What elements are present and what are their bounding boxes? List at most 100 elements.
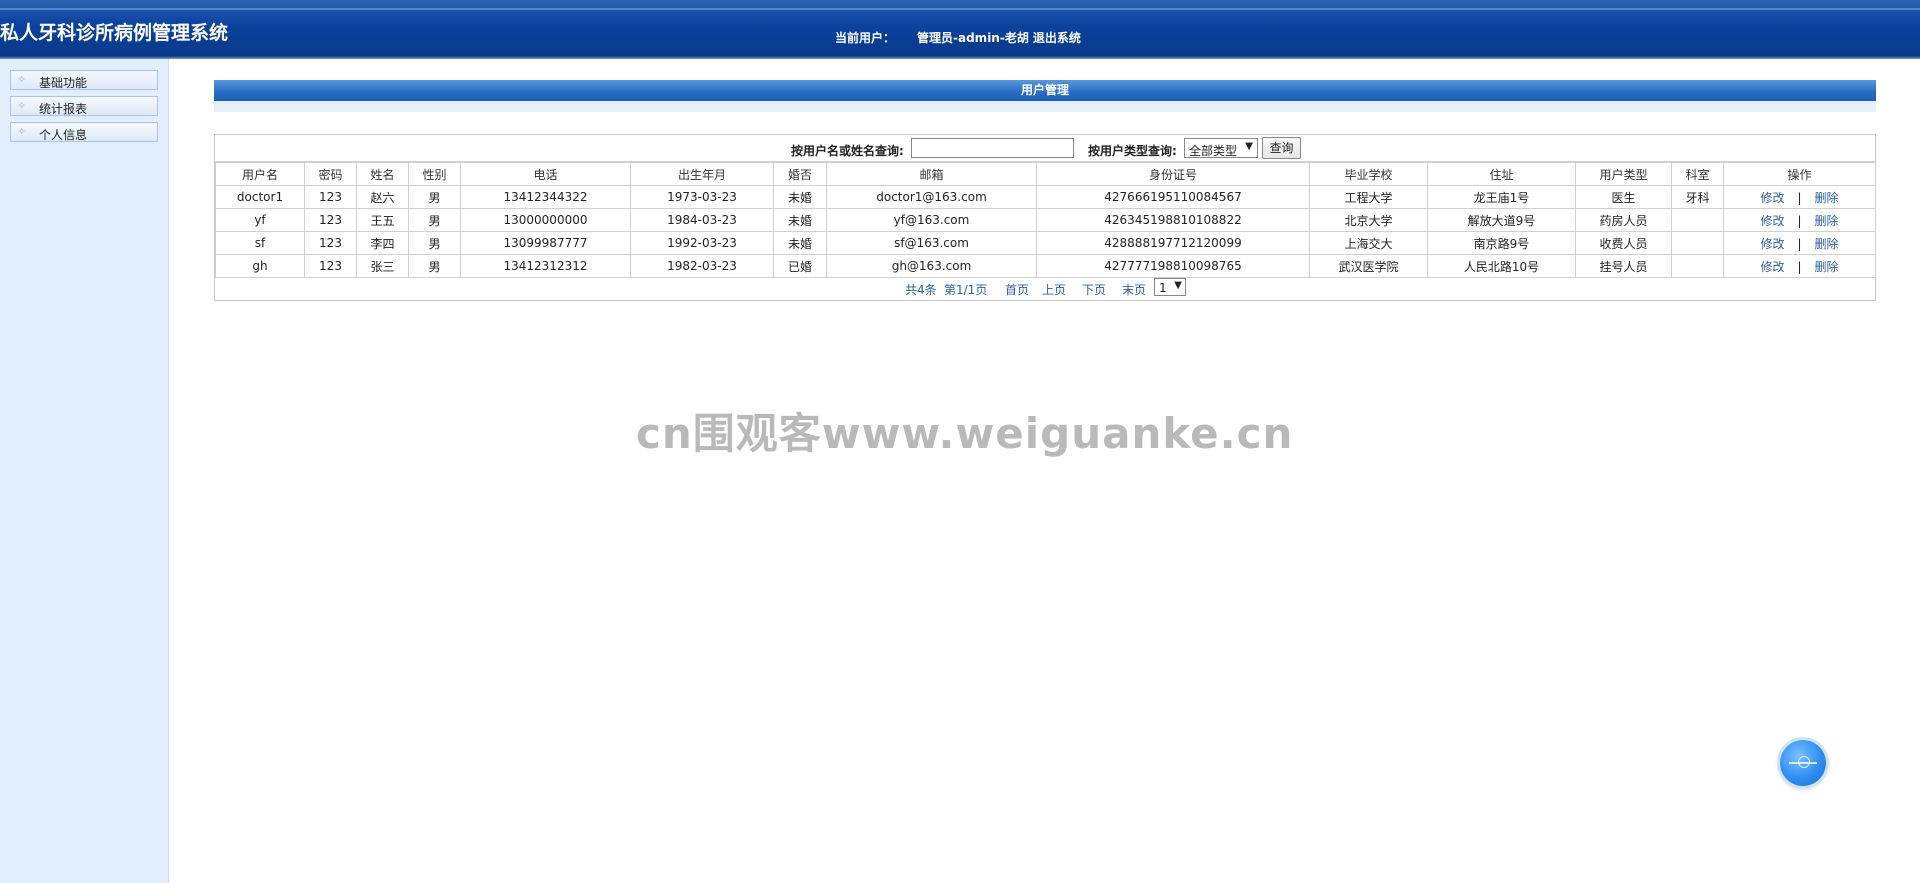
- column-header: 操作: [1723, 162, 1876, 186]
- table-row: doctor1 123 赵六 男 13412344322 1973-03-23 …: [215, 185, 1876, 209]
- cell-actions: 修改 | 删除: [1723, 208, 1876, 232]
- cell-address: 解放大道9号: [1427, 208, 1576, 232]
- sidebar-item-label: 个人信息: [39, 128, 88, 142]
- column-header: 毕业学校: [1309, 162, 1428, 186]
- cell-username: doctor1: [215, 185, 305, 209]
- table-row: yf 123 王五 男 13000000000 1984-03-23 未婚 yf…: [215, 208, 1876, 232]
- user-type-select[interactable]: 全部类型 ▼: [1184, 138, 1258, 158]
- cell-marital: 未婚: [773, 231, 827, 255]
- logout-link[interactable]: 退出系统: [1033, 31, 1081, 45]
- sidebar-item-basic-functions[interactable]: ✧ 基础功能: [10, 70, 158, 90]
- cell-username: yf: [215, 208, 305, 232]
- cell-password: 123: [304, 208, 357, 232]
- cell-phone: 13412344322: [460, 185, 631, 209]
- action-separator: |: [1797, 236, 1802, 251]
- edit-link[interactable]: 修改: [1760, 260, 1784, 274]
- column-header: 性别: [408, 162, 461, 186]
- current-user-name: 管理员-admin-老胡: [917, 31, 1029, 45]
- cell-email: yf@163.com: [826, 208, 1037, 232]
- dropdown-arrow-icon: ▼: [1174, 280, 1182, 291]
- sidebar-item-label: 统计报表: [39, 102, 88, 116]
- pager-total: 共4条: [905, 283, 937, 297]
- cell-marital: 未婚: [773, 185, 827, 209]
- user-management-table-container: 按用户名或姓名查询: 按用户类型查询: 全部类型 ▼ 查询 用户名 密码 姓名 …: [214, 134, 1876, 301]
- panel-title-underbar: [214, 101, 1876, 112]
- column-header: 出生年月: [630, 162, 774, 186]
- pager-last-link[interactable]: 末页: [1122, 281, 1146, 298]
- cell-birth: 1973-03-23: [630, 185, 774, 209]
- cell-password: 123: [304, 185, 357, 209]
- cell-user-type: 收费人员: [1575, 231, 1672, 255]
- plus-icon: ✧: [17, 73, 27, 86]
- floating-assistant-button[interactable]: [1780, 740, 1826, 786]
- cell-name: 李四: [356, 231, 409, 255]
- delete-link[interactable]: 删除: [1815, 214, 1839, 228]
- page-number-select[interactable]: 1 ▼: [1154, 278, 1186, 296]
- search-name-label: 按用户名或姓名查询:: [791, 144, 904, 158]
- cell-department: [1671, 208, 1724, 232]
- user-type-selected: 全部类型: [1189, 144, 1238, 158]
- sidebar: ✧ 基础功能 ✧ 统计报表 ✧ 个人信息: [0, 59, 169, 883]
- delete-link[interactable]: 删除: [1815, 237, 1839, 251]
- cell-id-number: 427666195110084567: [1036, 185, 1310, 209]
- cell-gender: 男: [408, 208, 461, 232]
- cell-address: 南京路9号: [1427, 231, 1576, 255]
- cell-school: 工程大学: [1309, 185, 1428, 209]
- cell-department: [1671, 231, 1724, 255]
- panel-title: 用户管理: [214, 80, 1876, 101]
- column-header: 用户名: [215, 162, 305, 186]
- pager-first-link[interactable]: 首页: [1005, 281, 1029, 298]
- cell-username: sf: [215, 231, 305, 255]
- dropdown-arrow-icon: ▼: [1245, 141, 1253, 152]
- cell-marital: 未婚: [773, 208, 827, 232]
- cell-id-number: 426345198810108822: [1036, 208, 1310, 232]
- column-header: 住址: [1427, 162, 1576, 186]
- edit-link[interactable]: 修改: [1760, 214, 1784, 228]
- cell-department: 牙科: [1671, 185, 1724, 209]
- current-user-label: 当前用户：: [835, 31, 896, 45]
- cell-name: 王五: [356, 208, 409, 232]
- column-header: 科室: [1671, 162, 1724, 186]
- sidebar-item-statistics[interactable]: ✧ 统计报表: [10, 96, 158, 116]
- pager-prev-link[interactable]: 上页: [1042, 281, 1066, 298]
- column-header: 邮箱: [826, 162, 1037, 186]
- page-number-selected: 1: [1159, 281, 1167, 295]
- floating-button-ring-icon: [1798, 756, 1810, 768]
- action-separator: |: [1797, 259, 1802, 274]
- action-separator: |: [1797, 190, 1802, 205]
- edit-link[interactable]: 修改: [1760, 191, 1784, 205]
- cell-gender: 男: [408, 231, 461, 255]
- cell-email: doctor1@163.com: [826, 185, 1037, 209]
- query-button[interactable]: 查询: [1262, 137, 1301, 159]
- cell-birth: 1984-03-23: [630, 208, 774, 232]
- column-header: 婚否: [773, 162, 827, 186]
- search-name-input[interactable]: [911, 138, 1074, 158]
- column-header: 身份证号: [1036, 162, 1310, 186]
- delete-link[interactable]: 删除: [1815, 260, 1839, 274]
- cell-gender: 男: [408, 185, 461, 209]
- sidebar-item-label: 基础功能: [39, 76, 88, 90]
- pagination: 共4条 第1/1页 首页 上页 下页 末页 1 ▼: [215, 275, 1875, 300]
- cell-school: 北京大学: [1309, 208, 1428, 232]
- top-header: 私人牙科诊所病例管理系统 当前用户： 管理员-admin-老胡 退出系统: [0, 0, 1920, 59]
- cell-id-number: 428888197712120099: [1036, 231, 1310, 255]
- edit-link[interactable]: 修改: [1760, 237, 1784, 251]
- watermark-text: cn围观客www.weiguanke.cn: [636, 409, 1294, 458]
- column-header: 姓名: [356, 162, 409, 186]
- delete-link[interactable]: 删除: [1815, 191, 1839, 205]
- column-header: 用户类型: [1575, 162, 1672, 186]
- cell-email: sf@163.com: [826, 231, 1037, 255]
- cell-phone: 13000000000: [460, 208, 631, 232]
- cell-school: 上海交大: [1309, 231, 1428, 255]
- action-separator: |: [1797, 213, 1802, 228]
- sidebar-item-personal-info[interactable]: ✧ 个人信息: [10, 122, 158, 142]
- user-table: 用户名 密码 姓名 性别 电话 出生年月 婚否 邮箱 身份证号 毕业学校 住址 …: [215, 162, 1876, 278]
- search-row: 按用户名或姓名查询: 按用户类型查询: 全部类型 ▼ 查询: [215, 135, 1875, 162]
- app-title: 私人牙科诊所病例管理系统: [0, 22, 229, 44]
- cell-phone: 13099987777: [460, 231, 631, 255]
- pager-next-link[interactable]: 下页: [1082, 281, 1106, 298]
- user-bar: 当前用户： 管理员-admin-老胡 退出系统: [835, 29, 1081, 46]
- plus-icon: ✧: [17, 125, 27, 138]
- pager-page-info: 第1/1页: [944, 283, 988, 297]
- cell-address: 龙王庙1号: [1427, 185, 1576, 209]
